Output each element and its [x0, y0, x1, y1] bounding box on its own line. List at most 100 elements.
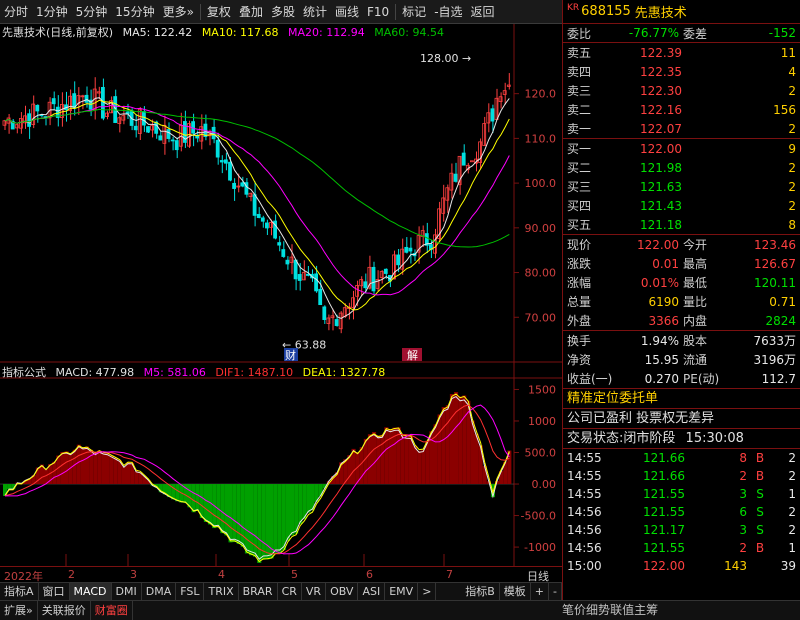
indicator-tab[interactable]: FSL [176, 583, 205, 600]
indicator-tab[interactable]: MACD [69, 583, 112, 600]
candle-body [322, 306, 327, 320]
level-volume: 2 [788, 179, 796, 194]
indicator-tab[interactable]: VR [302, 583, 327, 600]
indicator-tab[interactable]: DMI [112, 583, 142, 600]
toolbar-multi-stock-button[interactable]: 多股 [267, 0, 299, 24]
order-book-row[interactable]: 买三 121.63 2 [563, 177, 800, 196]
stat-label: 流通 [683, 353, 708, 367]
toolbar-f10-button[interactable]: F10 [363, 0, 393, 24]
level-price: 122.07 [640, 121, 682, 136]
panel-nav-button[interactable]: 笔 [562, 601, 574, 620]
indicator-tab[interactable]: 指标A [0, 583, 39, 600]
candle-body [166, 129, 171, 139]
tick-price: 121.66 [643, 451, 685, 465]
candle-body [35, 104, 40, 112]
chart-canvas[interactable]: 120.0 110.0 100.0 90.00 80.00 70.00 1500 1000 50… [0, 24, 562, 566]
order-book-row[interactable]: 卖四 122.35 4 [563, 62, 800, 81]
quote-header: KR 688155 先惠技术 [563, 0, 800, 24]
level-price: 121.63 [640, 179, 682, 194]
order-book-row[interactable]: 买一 122.00 9 [563, 139, 800, 158]
candle-body [461, 152, 466, 166]
candle-body [305, 273, 310, 276]
stat-row: 涨幅 0.01% 最低 120.11 [563, 273, 800, 292]
stat-label: 换手 [567, 334, 592, 348]
indicator-formula-label[interactable]: 指标公式 [2, 366, 46, 379]
toolbar-overlay-button[interactable]: 叠加 [235, 0, 267, 24]
stat-value: 1.94% [640, 333, 679, 348]
toolbar-adjust-button[interactable]: 复权 [203, 0, 235, 24]
order-book-row[interactable]: 买四 121.43 2 [563, 196, 800, 215]
indicator-tabs: 指标A 窗口 MACD DMI DMA FSL TRIX BRAR CR VR OBV ASI EMV >… [0, 582, 562, 600]
macd-bar [367, 434, 372, 485]
tick-time: 15:00 [567, 559, 602, 573]
indicator-tab[interactable]: OBV [326, 583, 359, 600]
order-book-row[interactable]: 买二 121.98 2 [563, 158, 800, 177]
toolbar-5min-button[interactable]: 5分钟 [72, 0, 112, 24]
macd-bar [441, 407, 446, 485]
toolbar-1min-button[interactable]: 1分钟 [32, 0, 72, 24]
order-book-row[interactable]: 买五 121.18 8 [563, 215, 800, 234]
toolbar-statistics-button[interactable]: 统计 [299, 0, 331, 24]
order-book-row[interactable]: 卖五 122.39 11 [563, 43, 800, 62]
macd-bar [290, 484, 295, 536]
toolbar-draw-line-button[interactable]: 画线 [331, 0, 363, 24]
toolbar-separator [395, 3, 397, 20]
macd-bar [380, 434, 385, 485]
indicator-tab[interactable]: CR [278, 583, 302, 600]
panel-nav-button[interactable]: 主 [634, 601, 646, 620]
toolbar-back-button[interactable]: 返回 [467, 0, 499, 24]
panel-nav-button[interactable]: 筹 [646, 601, 658, 620]
indicator-tab[interactable]: > [418, 583, 437, 600]
order-book-row[interactable]: 卖三 122.30 2 [563, 81, 800, 100]
indicator-tab[interactable]: EMV [385, 583, 419, 600]
indicator-tab[interactable]: TRIX [204, 583, 239, 600]
stat-label: 最低 [683, 276, 708, 290]
macd-axis-label: -1000 [524, 541, 556, 554]
indicator-tab[interactable]: 指标B [461, 583, 500, 600]
tick-side: S [756, 523, 764, 537]
footer-item[interactable]: 关联报价 [38, 601, 91, 620]
panel-nav-button[interactable]: 联 [610, 601, 622, 620]
toolbar-add-watchlist-button[interactable]: -自选 [430, 0, 466, 24]
panel-nav-button[interactable]: 值 [622, 601, 634, 620]
footer-item[interactable]: 财富圈 [91, 601, 133, 620]
macd-title: 指标公式 MACD: 477.98 M5: 581.06 DIF1: 1487.… [2, 364, 391, 380]
indicator-tab[interactable]: ASI [358, 583, 386, 600]
toolbar-more-button[interactable]: 更多» [159, 0, 198, 24]
toolbar-15min-button[interactable]: 15分钟 [111, 0, 158, 24]
indicator-tab[interactable]: DMA [142, 583, 177, 600]
macd-bar [470, 420, 475, 485]
macd-axis-label: 1000 [528, 415, 556, 428]
level-label: 卖四 [567, 65, 592, 79]
level-price: 121.98 [640, 160, 682, 175]
macd-bar [64, 451, 69, 485]
panel-nav-button[interactable]: 细 [586, 601, 598, 620]
tick-time: 14:55 [567, 469, 602, 483]
order-book-row[interactable]: 卖一 122.07 2 [563, 119, 800, 138]
macd-bar [216, 484, 221, 528]
footer-item[interactable]: 扩展» [0, 601, 38, 620]
tick-time: 14:55 [567, 451, 602, 465]
panel-nav-button[interactable]: 价 [574, 601, 586, 620]
indicator-tab[interactable]: 窗口 [39, 583, 70, 600]
macd-bar [187, 484, 192, 508]
candle-body [293, 259, 298, 280]
macd-bar [220, 484, 225, 534]
level-price: 122.16 [640, 102, 682, 117]
toolbar-mark-button[interactable]: 标记 [398, 0, 430, 24]
indicator-tab[interactable]: BRAR [239, 583, 278, 600]
macd-bar [121, 466, 126, 485]
panel-nav-button[interactable]: 势 [598, 601, 610, 620]
order-book-row[interactable]: 卖二 122.16 156 [563, 100, 800, 119]
stat-label: 今开 [683, 238, 708, 252]
indicator-tab[interactable]: 模板 [500, 583, 531, 600]
candle-body [141, 111, 146, 126]
candle-body [154, 121, 159, 134]
toolbar-timeshare-button[interactable]: 分时 [0, 0, 32, 24]
y-axis-label: 70.00 [525, 311, 557, 324]
indicator-tab[interactable]: - [549, 583, 562, 600]
indicator-tab[interactable]: + [531, 583, 550, 600]
entrust-title[interactable]: 精准定位委托单 [563, 389, 800, 409]
stat-label: 量比 [683, 295, 708, 309]
stat-row: 外盘 3366 内盘 2824 [563, 311, 800, 330]
